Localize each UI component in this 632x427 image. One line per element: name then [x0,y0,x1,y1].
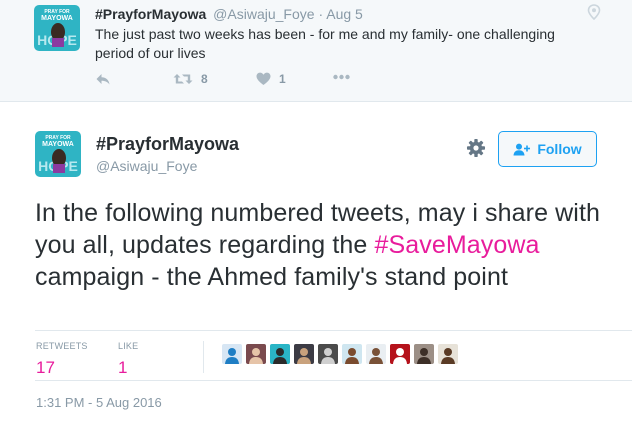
divider [35,380,632,381]
retweet-icon [173,74,193,84]
follow-label: Follow [537,141,582,157]
avatar-image [438,344,458,364]
liker-avatar-10[interactable] [438,344,458,364]
liker-avatar-4[interactable] [294,344,314,364]
retweet-count: 8 [201,72,208,86]
gear-icon[interactable] [466,138,486,158]
more-dots-icon [333,74,350,80]
tweet-date[interactable]: Aug 5 [326,6,363,22]
liker-avatar-1[interactable] [222,344,242,364]
likes-label: LIKE [118,341,139,351]
parent-tweet-text: The just past two weeks has been - for m… [95,26,555,61]
reply-button[interactable] [95,72,111,86]
liker-avatar-8[interactable] [390,344,410,364]
avatar-image [318,344,338,364]
likes-stat[interactable]: LIKE 1 [118,341,138,378]
avatar-image [270,344,290,364]
avatar-image [294,344,314,364]
parent-tweet-header: #PrayforMayowa @Asiwaju_Foye · Aug 5 [95,6,363,22]
avatar-image [366,344,386,364]
avatar-image [342,344,362,364]
avatar-image: PRAY FOR MAYOWA HOPE [34,5,80,51]
avatar-image [222,344,242,364]
avatar-text-line2: MAYOWA [42,141,74,148]
add-user-icon [513,143,531,155]
like-count: 1 [279,72,286,86]
likes-count: 1 [118,358,128,377]
tweet-timestamp[interactable]: 1:31 PM - 5 Aug 2016 [36,395,162,410]
liker-avatars [222,344,462,364]
main-tweet-header: #PrayforMayowa @Asiwaju_Foye [96,134,239,174]
hashtag-link[interactable]: #SaveMayowa [374,231,539,259]
liker-avatar-3[interactable] [270,344,290,364]
user-handle[interactable]: @Asiwaju_Foye [96,158,239,174]
avatar-image [414,344,434,364]
avatar-image [246,344,266,364]
profile-avatar-large[interactable]: PRAY FOR MAYOWA HOPE [35,131,81,177]
profile-avatar[interactable]: PRAY FOR MAYOWA HOPE [34,5,80,51]
liker-avatar-7[interactable] [366,344,386,364]
liker-avatar-2[interactable] [246,344,266,364]
follow-button[interactable]: Follow [498,131,597,167]
liker-avatar-9[interactable] [414,344,434,364]
retweets-label: RETWEETS [36,341,88,351]
like-button[interactable]: 1 [256,72,286,86]
retweet-button[interactable]: 8 [173,72,208,86]
heart-icon [256,72,271,85]
location-pin-icon [587,4,601,20]
user-handle[interactable]: @Asiwaju_Foye [213,6,314,22]
tweet-text: In the following numbered tweets, may i … [35,197,605,293]
liker-avatar-6[interactable] [342,344,362,364]
retweets-stat[interactable]: RETWEETS 17 [36,341,88,378]
parent-tweet[interactable]: PRAY FOR MAYOWA HOPE #PrayforMayowa @Asi… [0,0,632,102]
avatar-image: PRAY FOR MAYOWA HOPE [35,131,81,177]
user-name[interactable]: #PrayforMayowa [95,6,206,22]
stats-separator [203,341,204,373]
liker-avatar-5[interactable] [318,344,338,364]
avatar-image [390,344,410,364]
tweet-text-end: campaign - the Ahmed family's stand poin… [35,263,509,291]
reply-icon [96,74,110,85]
divider [35,330,632,331]
retweets-count: 17 [36,358,55,377]
avatar-text-line2: MAYOWA [41,15,73,22]
user-name[interactable]: #PrayforMayowa [96,134,239,155]
separator-dot: · [318,6,324,22]
more-options-button[interactable] [333,74,350,80]
